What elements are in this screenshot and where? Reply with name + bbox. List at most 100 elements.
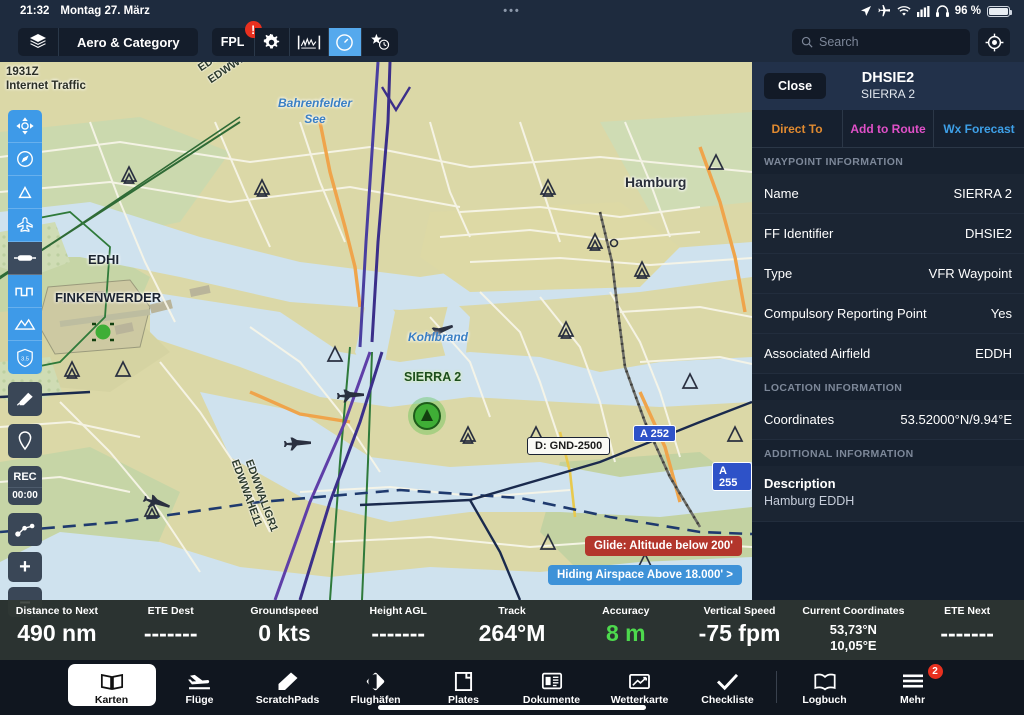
hiding-airspace-banner[interactable]: Hiding Airspace Above 18.000' > (547, 565, 742, 585)
row-value: DHSIE2 (965, 226, 1012, 241)
tab-plates[interactable]: Plates (420, 664, 508, 706)
draw-button[interactable] (8, 382, 42, 416)
add-to-route-button[interactable]: Add to Route (842, 110, 933, 147)
data-cell-groundspeed[interactable]: Groundspeed 0 kts (228, 600, 342, 660)
speed-shield-button[interactable]: 3.5 (8, 341, 42, 374)
gear-icon (263, 33, 280, 49)
wx-forecast-button[interactable]: Wx Forecast (933, 110, 1024, 147)
rail-gap-2 (8, 416, 42, 424)
map-tool-rail: 3.5 REC 00:00 + (8, 110, 42, 617)
toolbar-left-group: Aero & Category FPL ! (18, 21, 398, 56)
tab-logbuch[interactable]: Logbuch (781, 664, 869, 706)
section-header-additional-information: ADDITIONAL INFORMATION (752, 440, 1024, 466)
map-layers-button[interactable] (18, 28, 58, 56)
tab-label: Mehr (899, 694, 926, 706)
row-value: Yes (990, 306, 1012, 321)
waypoint-triangle-button[interactable] (8, 176, 42, 209)
search-input[interactable]: Search (792, 29, 970, 55)
direct-to-button[interactable]: Direct To (752, 110, 842, 147)
map-pin-button[interactable] (8, 424, 42, 458)
row-key: Associated Airfield (764, 346, 871, 361)
row-key: Compulsory Reporting Point (764, 306, 927, 321)
data-cell-vertical-speed[interactable]: Vertical Speed -75 fpm (683, 600, 797, 660)
glide-range-button[interactable] (8, 242, 42, 275)
row-associated-airfield: Associated Airfield EDDH (752, 334, 1024, 374)
tab-wetterkarte[interactable]: Wetterkarte (596, 664, 684, 706)
route-edit-button[interactable] (8, 513, 42, 546)
svg-text:3.5: 3.5 (21, 356, 29, 362)
data-label: Track (498, 605, 526, 617)
glide-warning-banner[interactable]: Glide: Altitude below 200' (584, 536, 742, 556)
favorites-recents-button[interactable] (361, 28, 398, 56)
tab-fluge[interactable]: Flüge (156, 664, 244, 706)
timer-button[interactable] (328, 28, 361, 56)
checkmark-icon (716, 673, 739, 690)
tab-karten[interactable]: Karten (67, 664, 156, 706)
star-clock-icon (370, 33, 389, 50)
map-canvas[interactable]: 1931Z Internet Traffic Hamburg EDHI FINK… (0, 62, 752, 600)
tab-label: Logbuch (802, 694, 847, 706)
data-label: Accuracy (602, 605, 650, 617)
hamburger-more-icon (902, 674, 923, 688)
row-key: Name (764, 186, 799, 201)
data-cell-ete-next[interactable]: ETE Next ------- (910, 600, 1024, 660)
tab-mehr[interactable]: 2 Mehr (869, 664, 957, 706)
tab-label: Karten (94, 694, 129, 706)
airport-diamond-icon (366, 672, 385, 690)
tab-checkliste[interactable]: Checkliste (684, 664, 772, 706)
pan-target-button[interactable] (8, 110, 42, 143)
ios-status-bar: 21:32 Montag 27. März ••• 96 % (0, 0, 1024, 22)
data-cell-current-coordinates[interactable]: Current Coordinates 53,73°N 10,05°E (796, 600, 910, 660)
data-label: Distance to Next (15, 605, 99, 617)
crosshair-locate-icon (985, 33, 1003, 51)
tab-icon-wrap (332, 669, 420, 693)
zoom-in-button[interactable]: + (8, 552, 42, 582)
aircraft-symbol-button[interactable] (8, 209, 42, 242)
data-cell-track[interactable]: Track 264°M (455, 600, 569, 660)
row-value: EDDH (975, 346, 1012, 361)
flight-data-strip: Distance to Next 490 nm ETE Dest -------… (0, 600, 1024, 660)
zoom-in-label: + (19, 556, 31, 578)
tab-dokumente[interactable]: Dokumente (508, 664, 596, 706)
tab-divider (775, 671, 777, 703)
section-header-location-information: LOCATION INFORMATION (752, 374, 1024, 400)
panel-action-bar: Direct To Add to Route Wx Forecast (752, 110, 1024, 148)
track-up-icon (17, 151, 33, 167)
waypoint-detail-panel: Close DHSIE2 SIERRA 2 Direct To Add to R… (752, 62, 1024, 600)
data-cell-ete-dest[interactable]: ETE Dest ------- (114, 600, 228, 660)
tab-scratchpads[interactable]: ScratchPads (244, 664, 332, 706)
data-value: 0 kts (258, 620, 311, 646)
layers-icon (30, 34, 46, 48)
profile-wave-button[interactable] (8, 275, 42, 308)
row-name: Name SIERRA 2 (752, 174, 1024, 214)
map-book-icon (100, 673, 123, 690)
settings-button[interactable] (254, 28, 289, 56)
data-cell-accuracy[interactable]: Accuracy 8 m (569, 600, 683, 660)
data-cell-distance-to-next[interactable]: Distance to Next 490 nm (0, 600, 114, 660)
data-label: Groundspeed (250, 605, 319, 617)
row-key: Type (764, 266, 793, 281)
data-cell-height-agl[interactable]: Height AGL ------- (341, 600, 455, 660)
data-label: Height AGL (369, 605, 427, 617)
locate-me-button[interactable] (978, 28, 1010, 56)
profile-view-button[interactable] (289, 28, 328, 56)
triangle-waypoint-icon (18, 185, 32, 199)
row-value: VFR Waypoint (928, 266, 1012, 281)
airspace-label-d-gnd-2500: D: GND-2500 (527, 437, 611, 455)
fpl-button[interactable]: FPL ! (211, 21, 262, 56)
track-up-button[interactable] (8, 143, 42, 176)
glide-range-icon (14, 255, 36, 261)
row-description: Description Hamburg EDDH (752, 466, 1024, 522)
app-root: 21:32 Montag 27. März ••• 96 % Aero & Ca… (0, 0, 1024, 715)
rail-gap-4 (8, 505, 42, 513)
close-button[interactable]: Close (764, 73, 827, 99)
record-track-button[interactable]: REC 00:00 (8, 466, 42, 505)
terrain-button[interactable] (8, 308, 42, 341)
draw-pencil-icon (16, 392, 33, 406)
aero-category-button[interactable]: Aero & Category (59, 28, 198, 56)
document-icon (541, 672, 562, 690)
status-bar-dots: ••• (503, 5, 521, 17)
rail-gap-1 (8, 374, 42, 382)
tab-flughafen[interactable]: Flughäfen (332, 664, 420, 706)
tab-icon-wrap (508, 669, 596, 693)
